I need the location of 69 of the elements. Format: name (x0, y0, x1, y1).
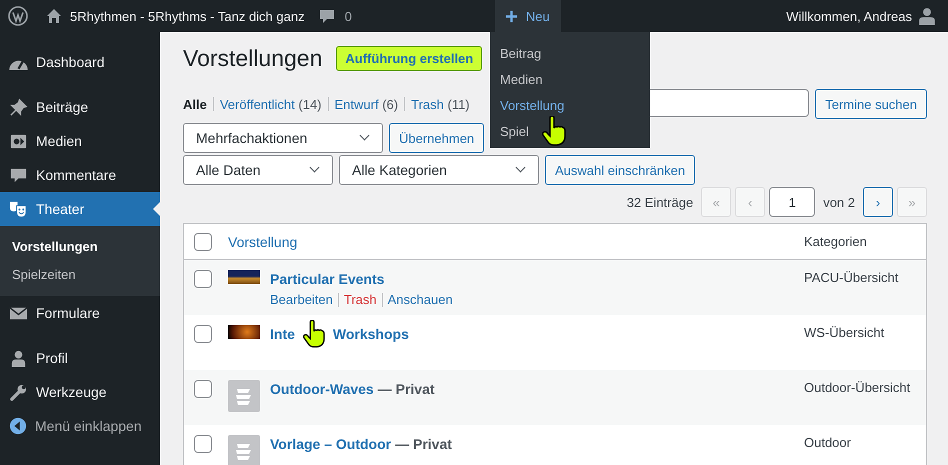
page-nav-button[interactable]: › (863, 187, 893, 217)
wordpress-logo-icon[interactable] (8, 6, 28, 26)
page-title: Vorstellungen (183, 44, 322, 72)
sidebar-item[interactable]: Kommentare (0, 158, 160, 192)
items-count: 32 Einträge (626, 194, 694, 210)
submenu-item[interactable]: Spielzeiten (0, 261, 160, 289)
post-state: — Privat (378, 381, 435, 397)
sidebar-item[interactable]: Profil (0, 341, 160, 375)
row-action-link[interactable]: Bearbeiten (270, 292, 333, 307)
wrench-icon (9, 382, 28, 402)
person-icon (9, 348, 28, 368)
current-page-field[interactable]: 1 (769, 187, 816, 217)
photo-placeholder (228, 325, 260, 339)
filter-button[interactable]: Auswahl einschränken (545, 155, 696, 185)
menu-item[interactable]: Beitrag (500, 46, 542, 60)
category-cell-text: WS-Übersicht (804, 325, 886, 340)
ticket-placeholder-icon (228, 380, 260, 412)
column-header: Kategorien (804, 234, 868, 249)
new-button[interactable]: Neu (494, 0, 561, 32)
row-action-link[interactable]: Trash (344, 292, 377, 307)
submenu-item[interactable]: Vorstellungen (0, 233, 160, 261)
post-state: — Privat (395, 436, 452, 452)
bulk-actions-select[interactable]: Mehrfachaktionen (183, 123, 383, 153)
add-new-button[interactable]: Aufführung erstellen (336, 46, 482, 70)
menu-item[interactable]: Vorstellung (500, 98, 564, 112)
category-cell-text: Outdoor (804, 435, 852, 450)
pin-icon (9, 98, 28, 116)
comment-count: 0 (344, 8, 352, 24)
menu-item[interactable]: Medien (500, 72, 543, 86)
home-icon[interactable] (46, 8, 62, 24)
row-checkbox[interactable] (194, 325, 212, 343)
sidebar-item[interactable]: Formulare (0, 296, 160, 330)
sidebar-item[interactable]: Beiträge (0, 90, 160, 124)
page-total: von 2 (823, 194, 855, 210)
plus-icon (504, 10, 518, 22)
sidebar-item[interactable]: Dashboard (0, 45, 160, 79)
theater-masks-icon (9, 200, 28, 218)
category-cell-text: Outdoor-Übersicht (804, 380, 912, 395)
row-checkbox[interactable] (194, 380, 212, 398)
photo-placeholder (228, 270, 260, 284)
sidebar-item[interactable]: Theater (0, 192, 160, 226)
collapse-menu-button[interactable]: Menü einklappen (0, 409, 160, 443)
post-title-link[interactable]: Vorlage – Outdoor (270, 436, 392, 452)
column-header[interactable]: Vorstellung (228, 234, 804, 250)
row-checkbox[interactable] (194, 435, 212, 453)
category-cell-text: PACU-Übersicht (804, 270, 900, 285)
status-filter-link[interactable]: Trash (11) (411, 96, 470, 112)
post-title-link[interactable]: Particular Events (270, 271, 384, 287)
user-icon[interactable] (918, 7, 936, 25)
status-filter-link[interactable]: Alle (183, 96, 207, 112)
sidebar-item[interactable]: Werkzeuge (0, 375, 160, 409)
apply-button[interactable]: Übernehmen (389, 123, 484, 153)
comment-icon[interactable] (318, 8, 335, 24)
date-filter-select[interactable]: Alle Daten (183, 155, 333, 185)
greeting-text[interactable]: Willkommen, Andreas (786, 8, 912, 24)
status-filter-link[interactable]: Entwurf (6) (334, 96, 398, 112)
search-button[interactable]: Termine suchen (815, 89, 927, 119)
category-filter-select[interactable]: Alle Kategorien (339, 155, 539, 185)
sidebar-item[interactable]: Medien (0, 124, 160, 158)
post-title-link[interactable]: Outdoor-Waves (270, 381, 374, 397)
select-all-checkbox[interactable] (194, 232, 212, 250)
site-title-link[interactable]: 5Rhythmen - 5Rhythms - Tanz dich ganz (70, 8, 305, 24)
hand-cursor-icon (302, 320, 325, 348)
post-title-link[interactable]: Inte (270, 326, 295, 342)
post-title-link[interactable]: Workshops (332, 326, 409, 342)
row-action-link[interactable]: Anschauen (388, 292, 453, 307)
row-checkbox[interactable] (194, 270, 212, 288)
menu-item[interactable]: Spiel (500, 124, 529, 138)
status-filter-link[interactable]: Veröffentlicht (14) (220, 96, 322, 112)
